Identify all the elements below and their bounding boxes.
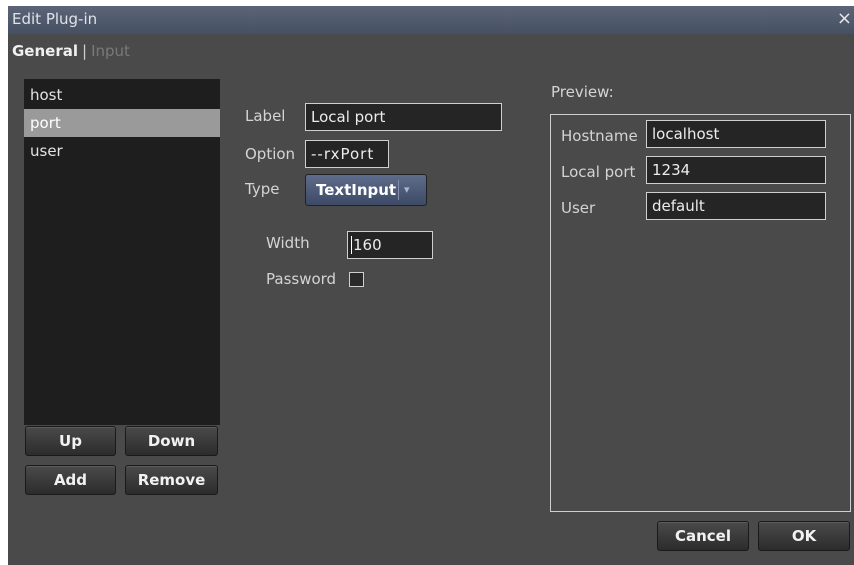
option-field[interactable]: --rxPort bbox=[305, 140, 389, 168]
preview-user-field[interactable]: default bbox=[646, 192, 826, 220]
window-title: Edit Plug-in bbox=[12, 10, 98, 28]
ok-button[interactable]: OK bbox=[758, 521, 850, 551]
width-field-value: 160 bbox=[351, 236, 382, 254]
password-checkbox[interactable] bbox=[349, 272, 364, 287]
preview-caption: Preview: bbox=[551, 83, 614, 101]
password-caption: Password bbox=[266, 270, 337, 288]
add-button[interactable]: Add bbox=[25, 465, 116, 495]
up-button[interactable]: Up bbox=[25, 426, 116, 456]
title-bar[interactable]: Edit Plug-in × bbox=[8, 6, 854, 34]
close-icon[interactable]: × bbox=[837, 8, 852, 29]
chevron-down-icon: ▾ bbox=[404, 183, 410, 196]
width-field[interactable]: 160 bbox=[347, 231, 433, 259]
down-button[interactable]: Down bbox=[125, 426, 218, 456]
type-dropdown-value: TextInput bbox=[316, 181, 397, 199]
tab-separator: | bbox=[82, 42, 88, 60]
tab-bar: General | Input bbox=[12, 42, 130, 60]
preview-local-port-field[interactable]: 1234 bbox=[646, 156, 826, 184]
list-item-port[interactable]: port bbox=[24, 109, 220, 137]
edit-plugin-dialog: Edit Plug-in × General | Input host port u… bbox=[8, 6, 854, 565]
cancel-button[interactable]: Cancel bbox=[657, 521, 749, 551]
dropdown-divider bbox=[398, 180, 399, 200]
parameter-list[interactable]: host port user bbox=[24, 79, 220, 425]
type-dropdown[interactable]: TextInput ▾ bbox=[305, 174, 427, 206]
option-caption: Option bbox=[245, 145, 296, 163]
preview-hostname-label: Hostname bbox=[561, 127, 638, 145]
tab-input[interactable]: Input bbox=[91, 42, 130, 60]
preview-hostname-field[interactable]: localhost bbox=[646, 120, 826, 148]
width-caption: Width bbox=[266, 234, 310, 252]
list-item-user[interactable]: user bbox=[24, 137, 220, 165]
label-caption: Label bbox=[245, 107, 286, 125]
type-caption: Type bbox=[245, 180, 280, 198]
remove-button[interactable]: Remove bbox=[125, 465, 218, 495]
preview-panel: Hostname localhost Local port 1234 User … bbox=[550, 114, 851, 512]
label-field[interactable]: Local port bbox=[305, 103, 502, 131]
preview-local-port-label: Local port bbox=[561, 163, 636, 181]
preview-user-label: User bbox=[561, 199, 596, 217]
tab-general[interactable]: General bbox=[12, 42, 78, 60]
list-item-host[interactable]: host bbox=[24, 81, 220, 109]
